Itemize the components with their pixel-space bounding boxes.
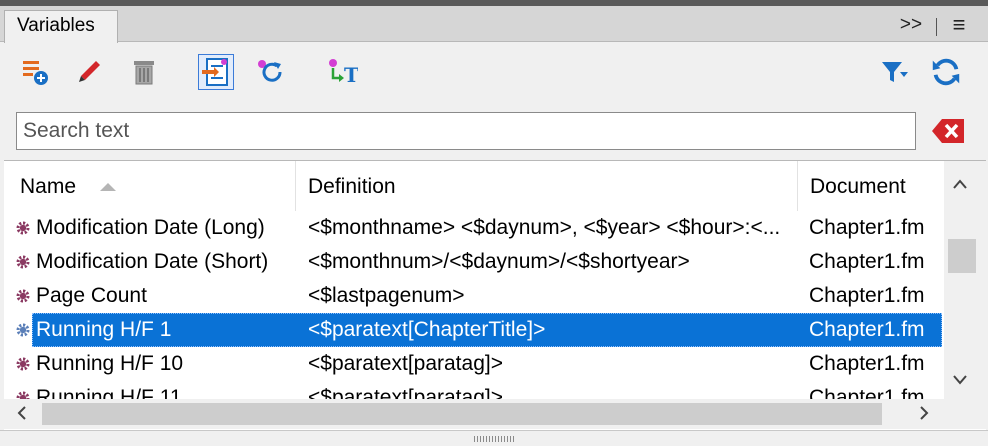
cell-document: Chapter1.fm: [809, 250, 925, 273]
cell-definition: <$monthnum>/<$daynum>/<$shortyear>: [308, 250, 690, 273]
filter-button[interactable]: [876, 54, 912, 90]
refresh-button[interactable]: [928, 54, 964, 90]
table-row[interactable]: Running H/F 11 <$paratext[paratag]> Chap…: [4, 381, 944, 399]
table-row[interactable]: Modification Date (Short) <$monthnum>/<$…: [4, 245, 944, 279]
panel-overflow-button[interactable]: >>: [896, 12, 926, 38]
convert-to-text-icon: T: [329, 59, 358, 87]
scroll-right-icon[interactable]: [918, 405, 930, 424]
scroll-left-icon[interactable]: [16, 405, 28, 424]
table-header: Name Definition Document: [4, 161, 944, 211]
variable-gear-icon: [16, 255, 30, 269]
sort-ascending-icon: [100, 183, 116, 191]
resize-grip-icon[interactable]: [474, 436, 514, 442]
tab-bar: Variables >> ≡: [0, 6, 988, 43]
column-header-document[interactable]: Document: [798, 161, 944, 211]
tab-separator: [936, 18, 937, 36]
convert-to-text-button[interactable]: T: [324, 54, 360, 90]
pencil-icon: [79, 61, 100, 82]
edit-variable-button[interactable]: [72, 54, 108, 90]
cell-document: Chapter1.fm: [809, 318, 925, 341]
column-header-name[interactable]: Name: [4, 161, 296, 211]
table-row[interactable]: Page Count <$lastpagenum> Chapter1.fm: [4, 279, 944, 313]
variable-gear-icon: [16, 323, 30, 337]
table-row[interactable]: Running H/F 10 <$paratext[paratag]> Chap…: [4, 347, 944, 381]
scroll-up-icon[interactable]: [952, 175, 968, 193]
new-variable-button[interactable]: [18, 54, 54, 90]
panel-bottom-bar: [0, 430, 988, 446]
svg-text:T: T: [344, 63, 358, 87]
vertical-scroll-thumb[interactable]: [948, 239, 976, 273]
cell-document: Chapter1.fm: [809, 216, 925, 239]
clear-search-icon: [932, 119, 964, 143]
insert-variable-icon: [202, 58, 228, 86]
cell-definition: <$lastpagenum>: [308, 284, 465, 307]
variables-table: Name Definition Document Modification Da…: [4, 160, 986, 430]
cell-name: Modification Date (Short): [36, 250, 269, 273]
update-variable-icon: [258, 60, 282, 82]
table-row[interactable]: Modification Date (Long) <$monthname> <$…: [4, 211, 944, 245]
variable-gear-icon: [16, 289, 30, 303]
refresh-icon: [932, 58, 960, 86]
cell-name: Running H/F 11: [36, 386, 182, 399]
cell-name: Modification Date (Long): [36, 216, 265, 239]
cell-document: Chapter1.fm: [809, 386, 925, 399]
insert-variable-button[interactable]: [198, 54, 234, 90]
update-variables-button[interactable]: [252, 54, 288, 90]
horizontal-scroll-thumb[interactable]: [42, 403, 882, 425]
filter-icon: [882, 62, 908, 82]
variable-gear-icon: [16, 221, 30, 235]
panel-menu-button[interactable]: ≡: [944, 12, 974, 38]
scrollbar-corner: [944, 399, 986, 429]
horizontal-scrollbar[interactable]: [4, 399, 944, 429]
column-header-name-label: Name: [20, 175, 77, 198]
delete-variable-button[interactable]: [126, 54, 162, 90]
cell-document: Chapter1.fm: [809, 352, 925, 375]
cell-name: Running H/F 10: [36, 352, 184, 375]
table-row-selected[interactable]: Running H/F 1 <$paratext[ChapterTitle]> …: [4, 313, 944, 347]
table-body: Modification Date (Long) <$monthname> <$…: [4, 211, 944, 399]
variable-gear-icon: [16, 357, 30, 371]
cell-definition: <$paratext[paratag]>: [308, 352, 503, 375]
cell-definition: <$paratext[paratag]>: [308, 386, 503, 399]
trash-icon: [134, 61, 154, 85]
cell-document: Chapter1.fm: [809, 284, 925, 307]
new-variable-icon: [23, 61, 48, 85]
variables-panel: Variables >> ≡ T Search text Name Defini…: [0, 0, 988, 446]
cell-definition: <$paratext[ChapterTitle]>: [308, 318, 546, 341]
search-input[interactable]: [16, 112, 916, 150]
clear-search-button[interactable]: [930, 114, 966, 148]
cell-name: Running H/F 1: [36, 318, 172, 341]
cell-name: Page Count: [36, 284, 147, 307]
column-header-definition[interactable]: Definition: [296, 161, 798, 211]
vertical-scrollbar[interactable]: [944, 161, 986, 401]
cell-definition: <$monthname> <$daynum>, <$year> <$hour>:…: [308, 216, 781, 239]
scroll-down-icon[interactable]: [952, 371, 968, 389]
tab-variables[interactable]: Variables: [4, 10, 118, 43]
variable-gear-icon: [16, 391, 30, 399]
